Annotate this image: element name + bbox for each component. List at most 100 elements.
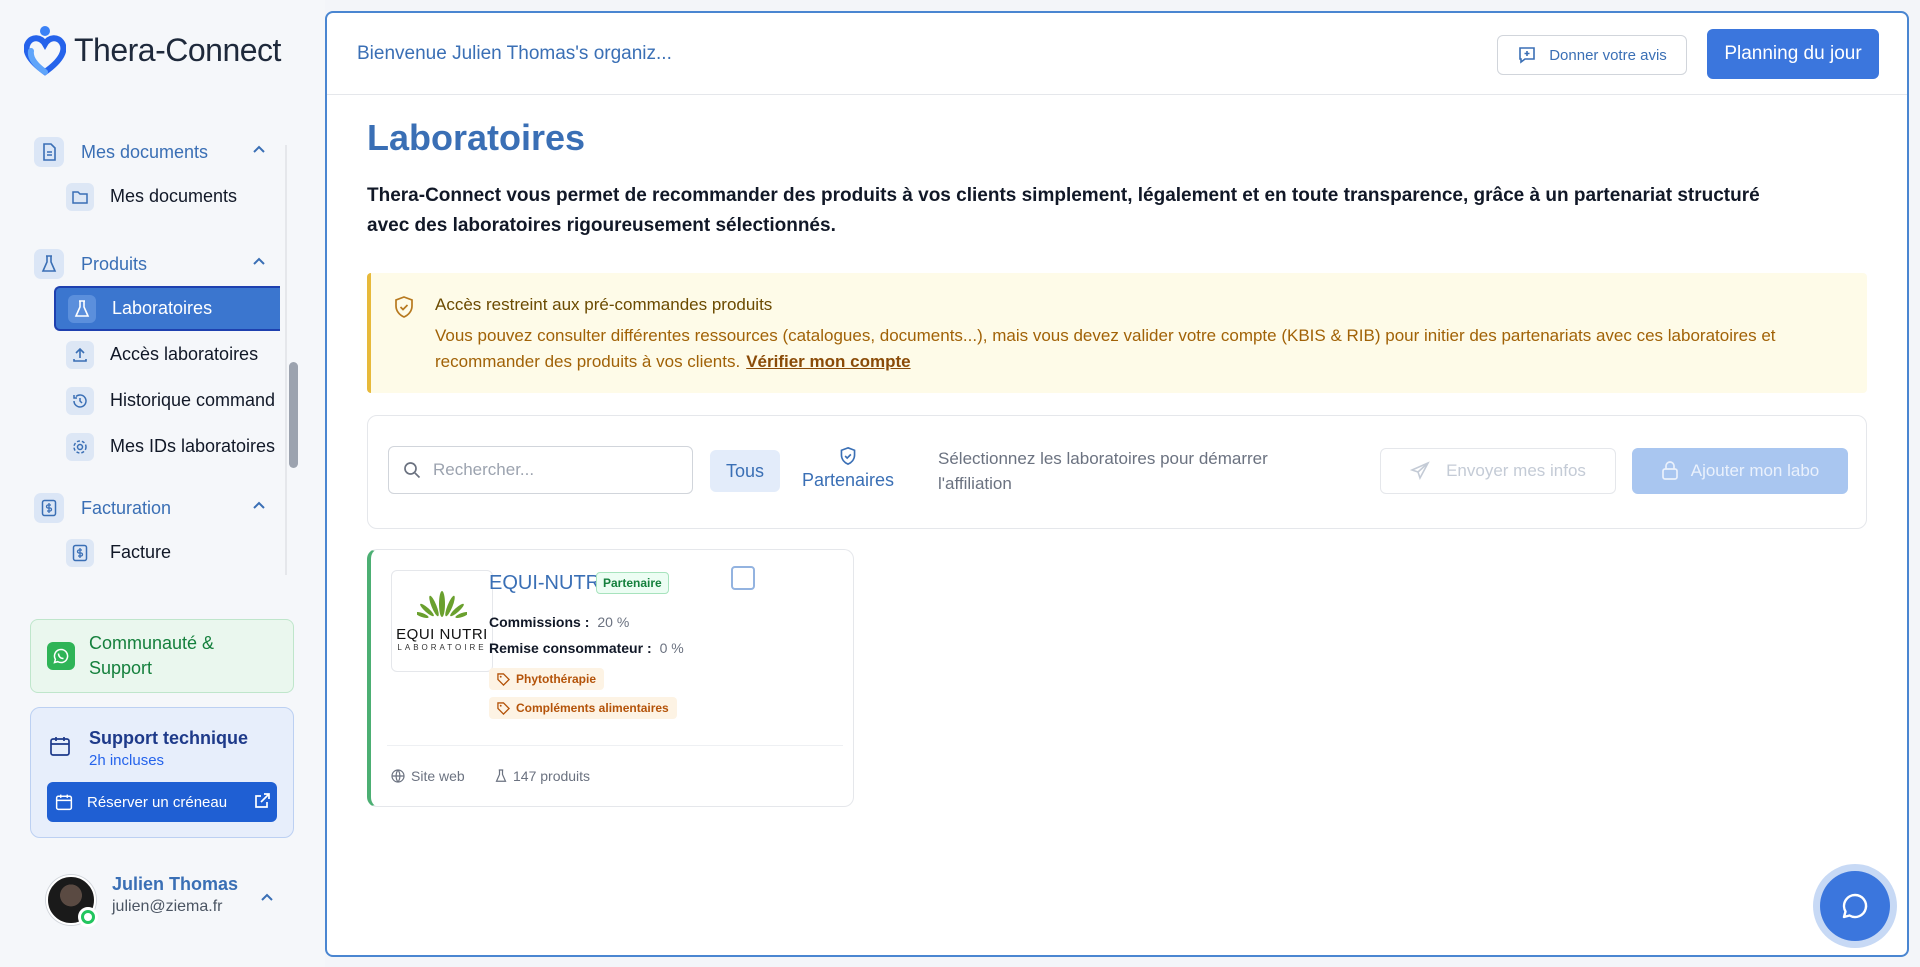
main-panel: Bienvenue Julien Thomas's organiz... Don… (325, 11, 1909, 957)
tab-partners[interactable]: Partenaires (798, 446, 898, 496)
nav-group-produits[interactable]: Produits (0, 242, 300, 286)
sidebar-item-label: Laboratoires (112, 298, 213, 318)
feedback-label: Donner votre avis (1549, 46, 1667, 64)
sidebar-item-mes-ids-laboratoires[interactable]: Mes IDs laboratoires (0, 424, 300, 469)
history-icon (66, 386, 94, 415)
feedback-button[interactable]: Donner votre avis (1497, 35, 1687, 75)
commission-value: 20 % (597, 614, 630, 630)
sidebar-item-label: Mes IDs laboratoires (110, 436, 276, 456)
palm-leaves-icon (417, 591, 467, 619)
affiliation-hint: Sélectionnez les laboratoires pour démar… (938, 449, 1268, 493)
sidebar-item-historique-commandes[interactable]: Historique command (0, 378, 300, 423)
chat-button-inner (1820, 871, 1890, 941)
nav-group-facturation[interactable]: Facturation (0, 486, 300, 530)
support-title: Support technique (89, 728, 248, 748)
calendar-icon (50, 737, 70, 756)
commission-row: Commissions : 20 % (489, 614, 629, 630)
chevron-up-icon (261, 893, 273, 901)
lab-logo-text: EQUI NUTRI (396, 626, 488, 643)
external-link-icon (255, 793, 270, 808)
send-info-label: Envoyer mes infos (1446, 461, 1586, 480)
flask-icon (34, 249, 64, 279)
card-divider (387, 745, 843, 746)
send-icon (1410, 461, 1430, 481)
message-plus-icon (1519, 47, 1536, 64)
gear-icon (66, 432, 94, 461)
sidebar-nav: Mes documents Mes documents Produits Lab… (0, 130, 300, 580)
page-intro: Thera-Connect vous permet de recommander… (367, 185, 1760, 236)
calendar-icon (55, 794, 73, 811)
user-profile[interactable]: Julien Thomas julien@ziema.fr (30, 860, 294, 940)
nav-group-label: Produits (81, 253, 148, 274)
commission-label: Commissions : (489, 614, 590, 630)
alert-body: Vous pouvez consulter différentes ressou… (435, 323, 1835, 375)
website-link[interactable]: Site web (391, 768, 465, 784)
app-name: Thera-Connect (74, 31, 281, 68)
search-input[interactable] (433, 460, 673, 480)
upload-icon (66, 340, 94, 369)
whatsapp-icon (47, 642, 75, 670)
community-label: Communauté & Support (89, 633, 215, 678)
chat-bubble-icon (1842, 893, 1868, 919)
flask-icon (68, 294, 96, 323)
discount-value: 0 % (659, 640, 684, 656)
tag-label: Phytothérapie (516, 672, 597, 686)
lab-logo-subtext: LABORATOIRE (397, 643, 487, 652)
document-icon (34, 137, 64, 167)
sidebar-item-mes-documents[interactable]: Mes documents (0, 174, 300, 219)
folder-icon (66, 182, 94, 211)
nav-group-label: Facturation (81, 497, 172, 518)
verify-account-link[interactable]: Vérifier mon compte (746, 352, 910, 371)
sidebar-item-label: Historique command (110, 390, 276, 410)
user-name: Julien Thomas (112, 874, 239, 894)
dollar-icon (34, 493, 64, 523)
app-logo[interactable]: Thera-Connect (24, 24, 281, 76)
add-lab-button[interactable]: Ajouter mon labo (1632, 448, 1848, 494)
book-slot-button[interactable]: Réserver un créneau (47, 782, 277, 822)
tab-partners-label: Partenaires (801, 470, 895, 490)
partner-badge: Partenaire (596, 572, 669, 594)
sidebar-item-acces-laboratoires[interactable]: Accès laboratoires (0, 332, 300, 377)
tab-all[interactable]: Tous (710, 450, 780, 492)
discount-label: Remise consommateur : (489, 640, 652, 656)
sidebar-item-laboratoires[interactable]: Laboratoires (54, 286, 280, 331)
online-status-icon (78, 907, 98, 927)
heart-logo-icon (24, 26, 66, 76)
page-title: Laboratoires (367, 117, 586, 158)
sidebar-item-label: Accès laboratoires (110, 344, 259, 364)
globe-icon (391, 769, 405, 783)
top-bar: Bienvenue Julien Thomas's organiz... Don… (327, 13, 1907, 95)
restricted-access-alert: Accès restreint aux pré-commandes produi… (367, 273, 1867, 393)
send-info-button[interactable]: Envoyer mes infos (1380, 448, 1616, 494)
sidebar-item-facture[interactable]: Facture (0, 530, 300, 575)
tag-chip: Phytothérapie (489, 668, 605, 690)
nav-group-label: Mes documents (81, 141, 209, 162)
chevron-up-icon (253, 257, 265, 265)
lock-icon (1661, 461, 1678, 480)
community-support-link[interactable]: Communauté & Support (30, 619, 294, 693)
chevron-up-icon (253, 145, 265, 153)
add-lab-label: Ajouter mon labo (1690, 461, 1820, 480)
daily-planning-button[interactable]: Planning du jour (1707, 29, 1879, 79)
support-subtitle: 2h incluses (89, 752, 165, 769)
search-box[interactable] (388, 446, 693, 494)
tag-icon (497, 672, 510, 686)
support-card: Support technique 2h incluses Réserver u… (30, 707, 294, 838)
tag-label: Compléments alimentaires (516, 701, 669, 715)
labs-toolbar: Tous Partenaires Sélectionnez les labora… (367, 415, 1867, 529)
lab-name[interactable]: EQUI-NUTRI (489, 572, 606, 595)
lab-card[interactable]: EQUI NUTRI LABORATOIRE EQUI-NUTRI Parten… (367, 549, 854, 807)
nav-group-mes-documents[interactable]: Mes documents (0, 130, 300, 174)
discount-row: Remise consommateur : 0 % (489, 640, 684, 656)
website-label: Site web (411, 768, 465, 784)
sidebar-item-label: Mes documents (110, 186, 238, 206)
lab-select-checkbox[interactable] (731, 566, 755, 590)
products-count[interactable]: 147 produits (495, 768, 590, 784)
shield-check-icon (840, 446, 856, 466)
avatar (46, 875, 98, 927)
chat-launcher-button[interactable] (1813, 864, 1897, 948)
sidebar: Thera-Connect Mes documents Mes document… (0, 0, 325, 967)
book-slot-label: Réserver un créneau (87, 793, 228, 811)
chevron-up-icon (253, 501, 265, 509)
lab-logo: EQUI NUTRI LABORATOIRE (391, 570, 493, 672)
